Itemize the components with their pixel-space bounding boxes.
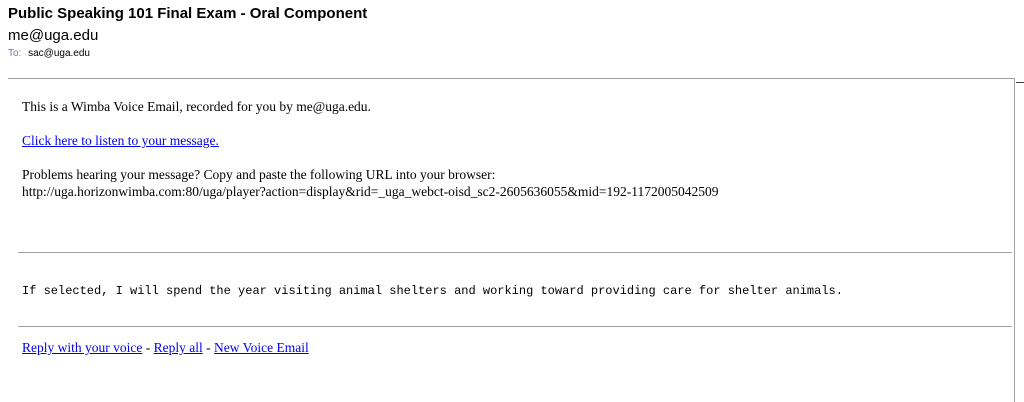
separator: - — [202, 340, 214, 355]
player-url: http://uga.horizonwimba.com:80/uga/playe… — [22, 184, 719, 199]
message-frame-right-border — [1014, 78, 1015, 402]
reply-all-link[interactable]: Reply all — [154, 340, 203, 355]
problems-text: Problems hearing your message? Copy and … — [22, 167, 496, 182]
divider-top — [18, 252, 1012, 253]
footer-actions: Reply with your voice - Reply all - New … — [22, 339, 309, 356]
message-frame-top-border — [8, 78, 1014, 79]
intro-text: This is a Wimba Voice Email, recorded fo… — [22, 99, 371, 114]
email-sender: me@uga.edu — [8, 27, 99, 44]
email-subject: Public Speaking 101 Final Exam - Oral Co… — [8, 5, 368, 22]
divider-bottom — [18, 326, 1012, 327]
email-header: Public Speaking 101 Final Exam - Oral Co… — [8, 0, 1008, 61]
recipient-row: To: sac@uga.edu — [8, 47, 1008, 61]
separator: - — [142, 340, 154, 355]
message-frame-corner — [1016, 82, 1024, 84]
message-body: This is a Wimba Voice Email, recorded fo… — [22, 98, 1012, 200]
reply-with-voice-link[interactable]: Reply with your voice — [22, 340, 142, 355]
listen-link[interactable]: Click here to listen to your message. — [22, 133, 219, 148]
recipient-label: To: — [8, 48, 22, 59]
new-voice-email-link[interactable]: New Voice Email — [214, 340, 309, 355]
recipient-address: sac@uga.edu — [28, 48, 90, 59]
message-transcript: If selected, I will spend the year visit… — [22, 284, 843, 298]
